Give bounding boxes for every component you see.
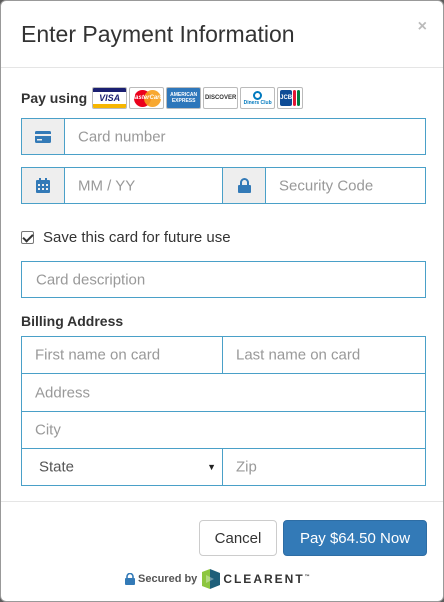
chevron-down-icon: ▼	[207, 462, 216, 472]
billing-address-title: Billing Address	[21, 313, 124, 329]
discover-card-icon: DISCOVER	[203, 87, 239, 109]
billing-address-group: First name on card Last name on card Add…	[21, 336, 426, 486]
first-name-field[interactable]: First name on card	[22, 337, 223, 374]
lock-icon	[125, 573, 135, 585]
visa-card-icon: VISA	[92, 87, 128, 109]
amex-card-icon: AMERICAN EXPRESS	[166, 87, 202, 109]
card-description-input[interactable]: Card description	[36, 271, 145, 288]
security-code-input[interactable]: Security Code	[279, 177, 373, 194]
diners-card-icon: Diners Club	[240, 87, 276, 109]
pay-now-button[interactable]: Pay $64.50 Now	[283, 520, 427, 556]
lock-icon	[237, 178, 251, 193]
state-select-value: State	[39, 458, 75, 476]
credit-card-icon	[35, 130, 51, 143]
card-number-input[interactable]: Card number	[78, 128, 166, 145]
clearent-brand: CLEARENT™	[223, 572, 310, 586]
security-code-field[interactable]: Security Code	[222, 167, 426, 204]
expiry-input[interactable]: MM / YY	[78, 177, 135, 194]
address-field[interactable]: Address	[22, 374, 425, 412]
address-input[interactable]: Address	[35, 384, 90, 401]
card-description-field[interactable]: Card description	[21, 261, 426, 298]
close-icon[interactable]: ×	[418, 18, 427, 36]
save-card-checkbox[interactable]	[21, 231, 34, 244]
pay-using-row: Pay using VISA MasterCard AMERICAN EXPRE…	[21, 87, 304, 109]
card-number-addon	[22, 119, 65, 154]
save-card-row[interactable]: Save this card for future use	[21, 229, 231, 246]
jcb-card-icon: JCB	[277, 87, 304, 109]
modal-header: Enter Payment Information ×	[1, 1, 443, 68]
footer-divider	[1, 501, 443, 502]
security-code-addon	[223, 168, 266, 203]
city-field[interactable]: City	[22, 412, 425, 449]
secured-by-text: Secured by	[138, 573, 198, 585]
accepted-cards: VISA MasterCard AMERICAN EXPRESS DISCOVE…	[92, 87, 304, 109]
zip-input[interactable]: Zip	[236, 459, 257, 476]
calendar-icon	[36, 178, 50, 193]
city-input[interactable]: City	[35, 422, 61, 439]
clearent-logo-icon	[202, 569, 221, 589]
last-name-input[interactable]: Last name on card	[236, 347, 360, 364]
save-card-label: Save this card for future use	[43, 229, 231, 246]
zip-field[interactable]: Zip	[223, 449, 425, 485]
expiry-addon	[22, 168, 65, 203]
last-name-field[interactable]: Last name on card	[223, 337, 425, 374]
mastercard-card-icon: MasterCard	[129, 87, 165, 109]
payment-modal: Enter Payment Information × Pay using VI…	[0, 0, 444, 602]
expiry-field[interactable]: MM / YY	[21, 167, 223, 204]
first-name-input[interactable]: First name on card	[35, 347, 160, 364]
card-number-field[interactable]: Card number	[21, 118, 426, 155]
modal-title: Enter Payment Information	[21, 21, 295, 47]
secured-by-badge: Secured by CLEARENT™	[125, 568, 310, 590]
pay-using-label: Pay using	[21, 90, 88, 106]
cancel-button[interactable]: Cancel	[199, 520, 277, 556]
state-select[interactable]: State ▼	[22, 449, 223, 485]
